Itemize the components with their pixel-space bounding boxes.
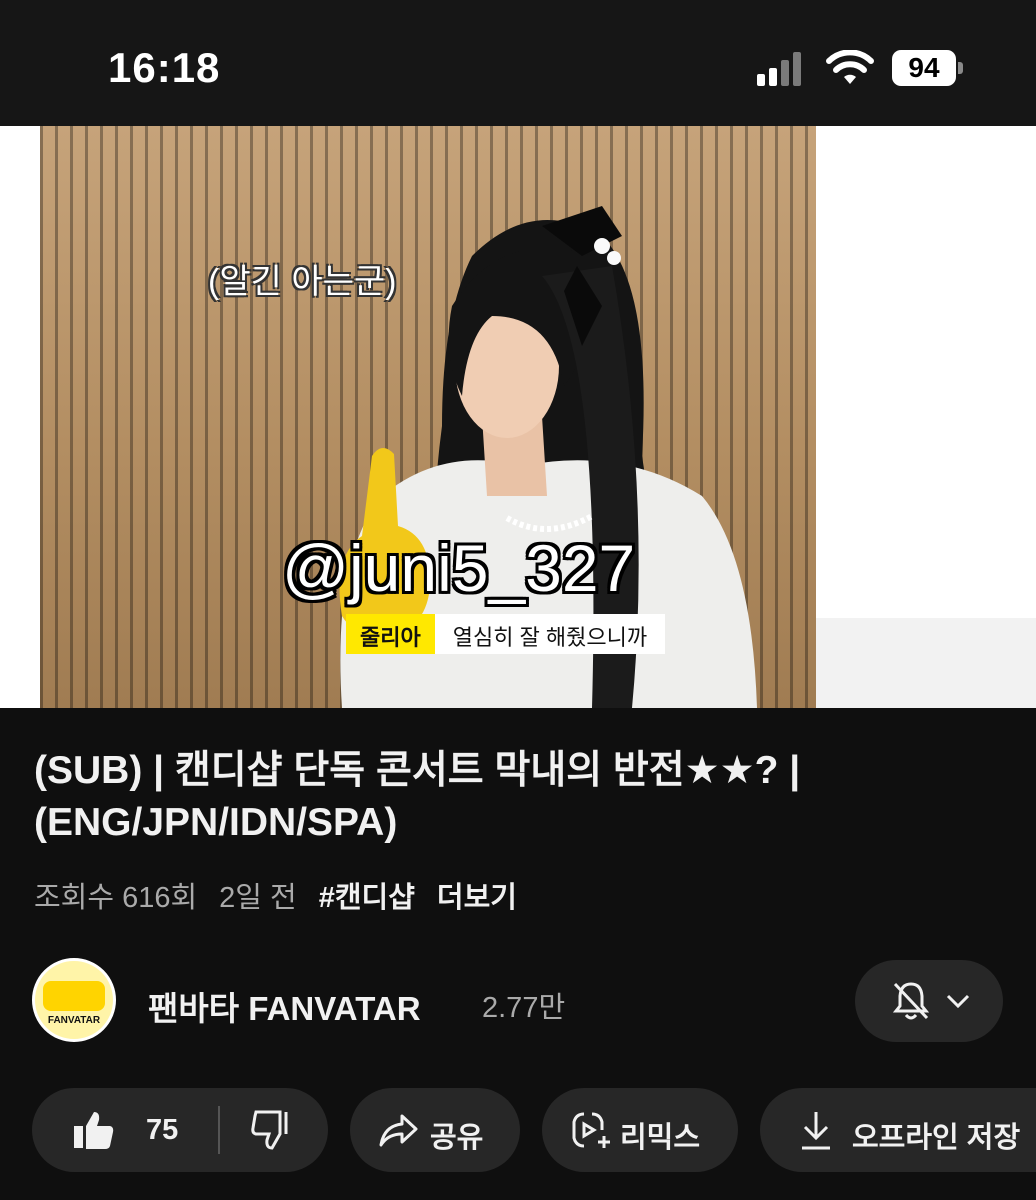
action-bar: 75 공유 리믹스 오프라인 저장 [32, 1088, 1036, 1172]
status-time: 16:18 [108, 44, 221, 91]
hashtag-link[interactable]: #캔디샵 [319, 874, 415, 916]
like-count: 75 [146, 1114, 179, 1146]
subscriber-count: 2.77만 [482, 992, 566, 1024]
speaker-subtitle: 줄리아 열심히 잘 해줬으니까 [346, 614, 666, 654]
bell-off-icon [892, 982, 930, 1020]
like-dislike-group: 75 [32, 1088, 328, 1172]
battery-icon: 94 [892, 50, 964, 86]
subtitle-text: 열심히 잘 해줬으니까 [434, 614, 666, 654]
cellular-signal-icon [757, 52, 801, 86]
share-label: 공유 [430, 1122, 484, 1154]
remix-label: 리믹스 [620, 1122, 701, 1154]
watermark-text: @juni5_327 [282, 531, 636, 605]
remix-button[interactable]: 리믹스 [542, 1088, 738, 1172]
video-title[interactable]: (SUB) | 캔디샵 단독 콘서트 막내의 반전★★? | (ENG/JPN/… [34, 745, 994, 849]
upload-age: 2일 전 [219, 882, 297, 914]
video-player[interactable]: (알긴 아는군) 줄리아 열심히 잘 해줬으니까 [0, 126, 1036, 708]
avatar-logo-text: FANVATAR [47, 1015, 101, 1026]
channel-avatar[interactable]: FANVATAR [32, 958, 116, 1042]
wifi-icon [826, 50, 874, 84]
thumbs-down-icon[interactable] [250, 1108, 294, 1152]
video-background-right [816, 126, 1036, 708]
view-count: 조회수 616회 [34, 882, 198, 914]
channel-name[interactable]: 팬바타 FANVATAR [148, 982, 421, 1030]
subscription-bell-button[interactable] [855, 960, 1003, 1042]
share-button[interactable]: 공유 [350, 1088, 520, 1172]
more-button[interactable]: 더보기 [437, 874, 517, 916]
video-frame: (알긴 아는군) 줄리아 열심히 잘 해줬으니까 [40, 126, 816, 708]
download-button[interactable]: 오프라인 저장 [760, 1088, 1036, 1172]
like-divider [218, 1106, 220, 1154]
share-arrow-icon [379, 1114, 418, 1147]
video-meta[interactable]: 조회수 616회 2일 전 #캔디샵 더보기 [34, 874, 517, 916]
status-bar: 16:18 94 [0, 0, 1036, 126]
download-icon [802, 1112, 830, 1150]
download-label: 오프라인 저장 [852, 1122, 1021, 1154]
battery-level: 94 [892, 50, 956, 86]
remix-icon [572, 1112, 610, 1148]
chevron-down-icon [946, 994, 970, 1009]
thumbs-up-icon[interactable] [72, 1108, 116, 1152]
subtitle-speaker: 줄리아 [346, 614, 435, 654]
